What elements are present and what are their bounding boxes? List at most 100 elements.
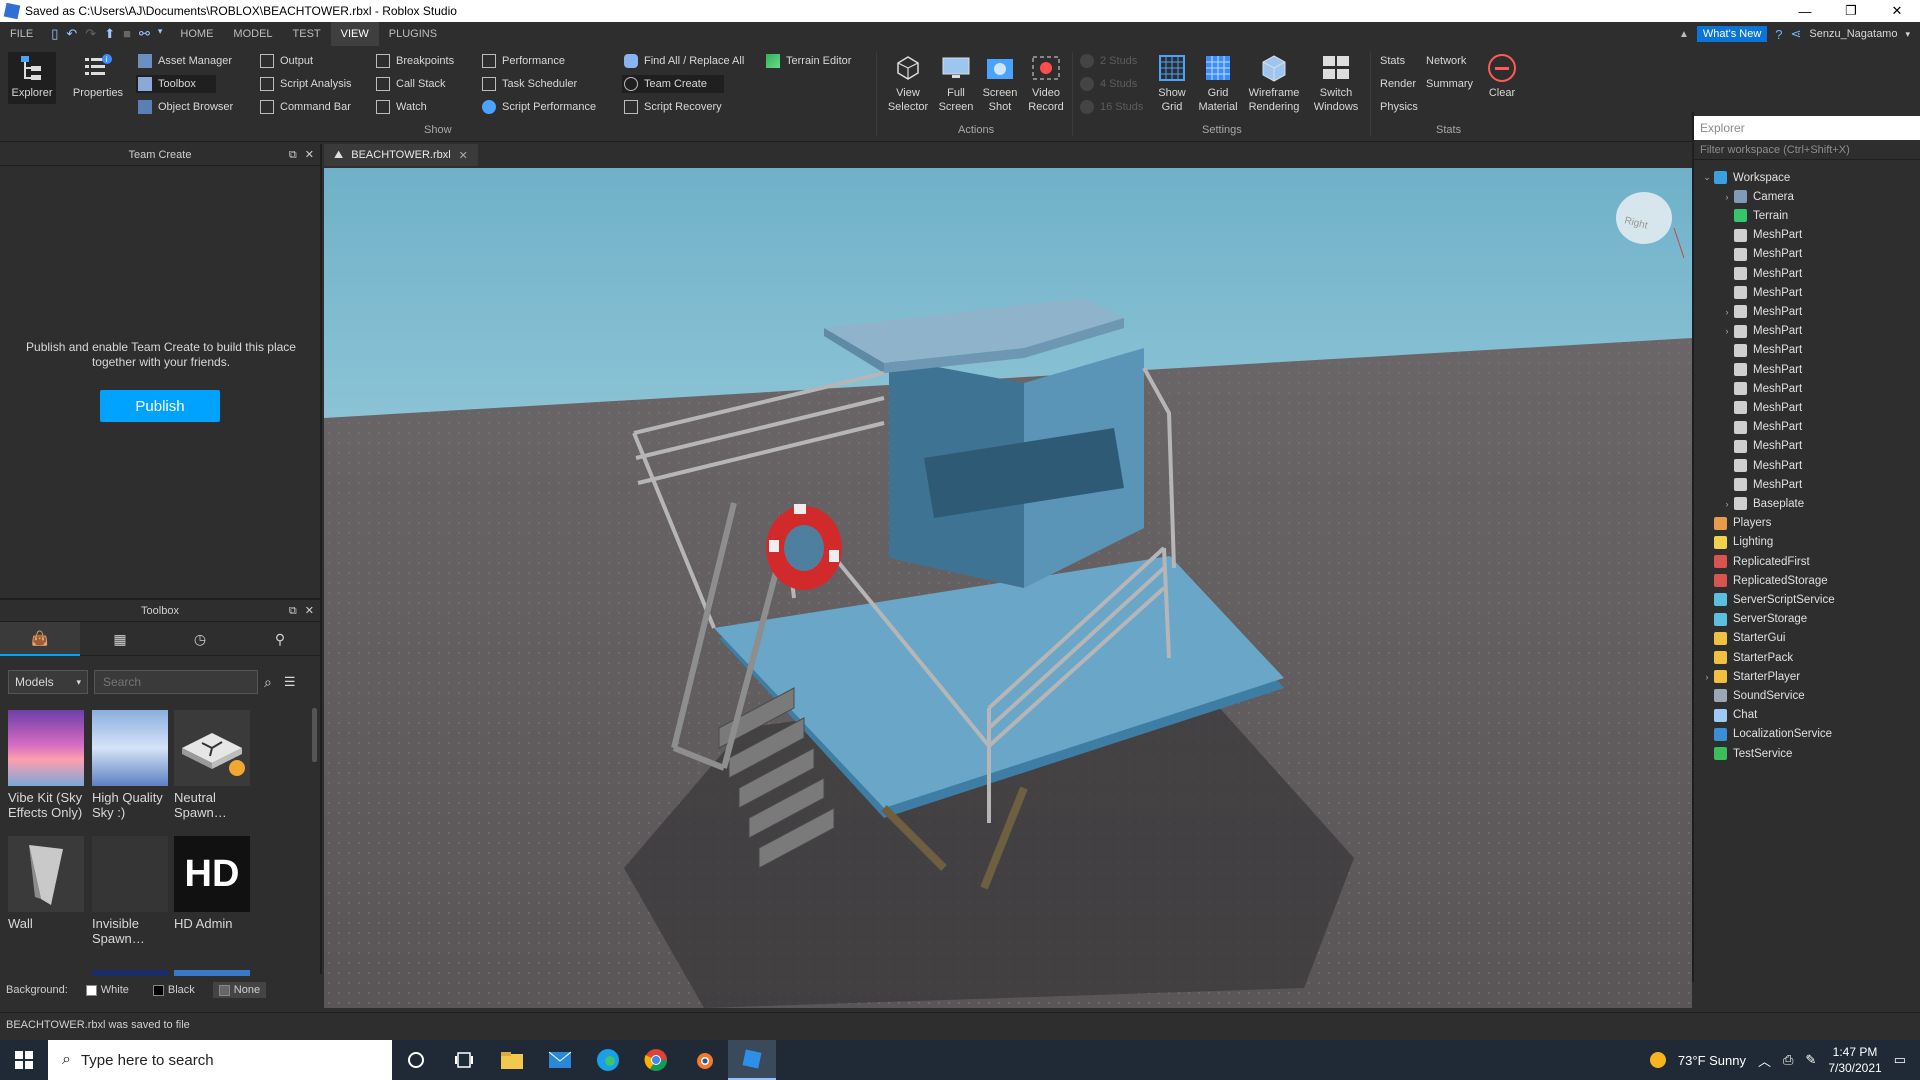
chrome-icon[interactable] [632, 1040, 680, 1080]
explorer-item[interactable]: MeshPart [1720, 456, 1802, 475]
file-explorer-icon[interactable] [488, 1040, 536, 1080]
customize-dropdown-icon[interactable]: ▾ [158, 26, 163, 42]
redo-icon[interactable]: ↷ [85, 26, 96, 42]
explorer-item[interactable]: › MeshPart [1720, 302, 1802, 321]
bg-black-option[interactable]: Black [147, 982, 201, 998]
explorer-item[interactable]: StarterGui [1700, 629, 1785, 648]
tab-inventory[interactable]: ▦ [80, 622, 160, 656]
expand-arrow-icon[interactable]: › [1720, 326, 1734, 336]
minimize-button[interactable]: — [1782, 0, 1828, 22]
clock[interactable]: 1:47 PM 7/30/2021 [1828, 1044, 1881, 1076]
expand-arrow-icon[interactable]: › [1720, 307, 1734, 317]
explorer-item[interactable]: MeshPart [1720, 226, 1802, 245]
expand-arrow-icon[interactable]: › [1720, 192, 1734, 202]
expand-arrow-icon[interactable]: › [1700, 672, 1714, 682]
clear-stats-button[interactable]: Clear [1478, 52, 1526, 100]
grid-material-button[interactable]: Grid Material [1194, 52, 1242, 114]
explorer-toggle-button[interactable]: Explorer [8, 52, 56, 104]
weather-text[interactable]: 73°F Sunny [1678, 1053, 1746, 1068]
terrain-editor-button[interactable]: Terrain Editor [766, 52, 851, 70]
tab-file[interactable]: FILE [0, 22, 43, 46]
search-icon[interactable]: ⌕ [264, 674, 272, 691]
explorer-item[interactable]: Chat [1700, 706, 1757, 725]
cortana-icon[interactable] [392, 1040, 440, 1080]
call-stack-button[interactable]: Call Stack [376, 75, 446, 93]
toolbox-toggle-button[interactable]: Toolbox [136, 75, 216, 93]
help-icon[interactable]: ? [1775, 27, 1782, 42]
toolbox-scrollbar[interactable] [312, 708, 317, 762]
taskbar-search-box[interactable]: ⌕ Type here to search [48, 1040, 392, 1080]
explorer-item[interactable]: Players [1700, 514, 1771, 533]
explorer-item[interactable]: MeshPart [1720, 245, 1802, 264]
asset-tile[interactable]: Neutral Spawn… [174, 710, 252, 820]
blender-icon[interactable] [680, 1040, 728, 1080]
explorer-item[interactable]: ReplicatedStorage [1700, 571, 1828, 590]
undock-icon[interactable]: ⧉ [289, 600, 297, 622]
explorer-item[interactable]: Terrain [1720, 206, 1788, 225]
document-tab[interactable]: ⛰ BEACHTOWER.rbxl ✕ [324, 144, 478, 166]
full-screen-button[interactable]: Full Screen [932, 52, 980, 114]
tab-marketplace[interactable]: 👜 [0, 622, 80, 656]
bg-white-option[interactable]: White [80, 982, 135, 998]
maximize-button[interactable]: ❐ [1828, 0, 1874, 22]
output-button[interactable]: Output [260, 52, 313, 70]
explorer-item[interactable]: MeshPart [1720, 398, 1802, 417]
explorer-item[interactable]: MeshPart [1720, 360, 1802, 379]
expand-arrow-icon[interactable]: › [1720, 499, 1734, 509]
wireframe-rendering-button[interactable]: Wireframe Rendering [1246, 52, 1302, 114]
explorer-item[interactable]: › MeshPart [1720, 322, 1802, 341]
publish-button[interactable]: Publish [100, 390, 220, 422]
collapse-ribbon-icon[interactable]: ▲ [1679, 29, 1689, 40]
explorer-item[interactable]: › Baseplate [1720, 494, 1804, 513]
breakpoints-button[interactable]: Breakpoints [376, 52, 454, 70]
task-scheduler-button[interactable]: Task Scheduler [482, 75, 577, 93]
explorer-item[interactable]: MeshPart [1720, 475, 1802, 494]
command-bar-button[interactable]: Command Bar [260, 98, 351, 116]
script-analysis-button[interactable]: Script Analysis [260, 75, 352, 93]
switch-windows-button[interactable]: Switch Windows [1308, 52, 1364, 114]
undock-icon[interactable]: ⧉ [289, 144, 297, 166]
asset-tile[interactable]: HD HD Admin [174, 836, 252, 931]
asset-tile[interactable]: Wall [8, 836, 86, 931]
summary-stats-button[interactable]: Summary [1426, 75, 1473, 93]
close-tab-icon[interactable]: ✕ [459, 149, 468, 162]
edge-icon[interactable] [584, 1040, 632, 1080]
explorer-item[interactable]: StarterPack [1700, 648, 1793, 667]
tab-home[interactable]: HOME [170, 22, 223, 46]
render-stats-button[interactable]: Render [1380, 75, 1416, 93]
properties-toggle-button[interactable]: i Properties [70, 52, 126, 100]
publish-icon[interactable]: ⬆ [104, 26, 115, 42]
category-dropdown[interactable]: Models ▾ [8, 670, 88, 694]
filter-icon[interactable]: ☰ [284, 674, 296, 690]
screen-shot-button[interactable]: Screen Shot [976, 52, 1024, 114]
team-create-toggle-button[interactable]: Team Create [622, 75, 724, 93]
grid-16-studs-option[interactable]: 16 Studs [1080, 98, 1143, 116]
asset-tile[interactable]: Vibe Kit (Sky Effects Only) [8, 710, 86, 820]
view-selector-button[interactable]: View Selector [884, 52, 932, 114]
explorer-item[interactable]: MeshPart [1720, 437, 1802, 456]
script-performance-button[interactable]: Script Performance [482, 98, 596, 116]
explorer-filter-input[interactable]: Filter workspace (Ctrl+Shift+X) [1694, 140, 1920, 160]
mail-icon[interactable] [536, 1040, 584, 1080]
undo-icon[interactable]: ↶ [66, 26, 77, 42]
expand-arrow-icon[interactable]: ⌄ [1700, 172, 1714, 183]
explorer-item[interactable]: Lighting [1700, 533, 1773, 552]
close-panel-icon[interactable]: ✕ [305, 600, 314, 622]
asset-tile[interactable]: Invisible Spawn… [92, 836, 170, 946]
script-recovery-button[interactable]: Script Recovery [624, 98, 722, 116]
bg-none-option[interactable]: None [212, 982, 267, 998]
find-replace-all-button[interactable]: Find All / Replace All [624, 52, 744, 70]
pen-icon[interactable]: ✎ [1805, 1052, 1816, 1068]
3d-viewport[interactable]: Right [324, 168, 1692, 1008]
performance-button[interactable]: Performance [482, 52, 565, 70]
grid-4-studs-option[interactable]: 4 Studs [1080, 75, 1137, 93]
tab-model[interactable]: MODEL [223, 22, 282, 46]
tab-view[interactable]: VIEW [330, 22, 379, 46]
tab-recent[interactable]: ◷ [160, 622, 240, 656]
close-button[interactable]: ✕ [1874, 0, 1920, 22]
tab-creations[interactable]: ⚲ [240, 622, 320, 656]
explorer-item[interactable]: MeshPart [1720, 418, 1802, 437]
chevron-up-icon[interactable]: ︿ [1758, 1051, 1771, 1070]
tab-plugins[interactable]: PLUGINS [379, 22, 447, 46]
grid-2-studs-option[interactable]: 2 Studs [1080, 52, 1137, 70]
